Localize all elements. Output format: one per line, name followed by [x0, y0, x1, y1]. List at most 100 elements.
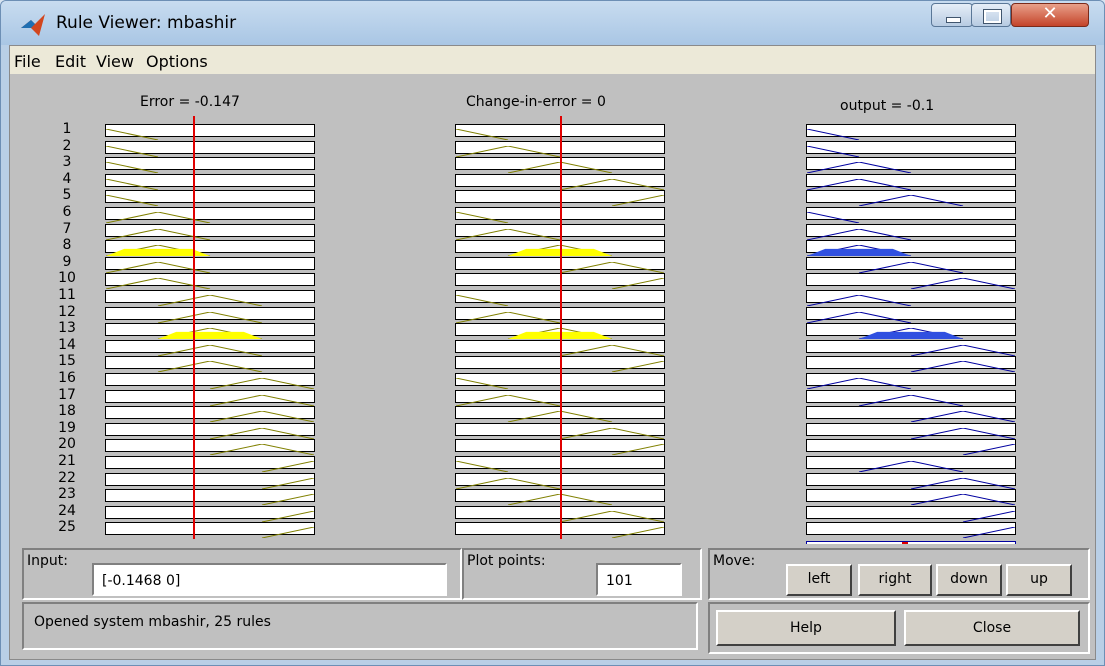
- close-button[interactable]: Close: [904, 610, 1080, 646]
- rule-number: 20: [58, 436, 76, 453]
- output-mf-plot[interactable]: [806, 489, 1016, 506]
- rule-number: 23: [58, 486, 76, 503]
- move-right-button[interactable]: right: [858, 564, 932, 596]
- menu-options[interactable]: Options: [146, 52, 208, 71]
- membership-function-icon: [209, 427, 315, 440]
- error-input-line[interactable]: [193, 116, 196, 540]
- membership-function-icon: [910, 427, 1016, 440]
- rule-number: 11: [58, 287, 76, 303]
- rule-number: 9: [62, 253, 72, 270]
- output-mf-plot[interactable]: [806, 273, 1016, 290]
- error-mf-plot[interactable]: [105, 207, 315, 224]
- menu-view[interactable]: View: [96, 52, 134, 71]
- error-mf-plot[interactable]: [105, 323, 315, 340]
- output-mf-plot[interactable]: [806, 256, 1016, 274]
- output-mf-plot[interactable]: [806, 422, 1016, 440]
- error-mf-plot[interactable]: [105, 356, 315, 373]
- error-mf-plot[interactable]: [105, 389, 315, 407]
- error-mf-plot[interactable]: [105, 505, 367, 523]
- close-window-button[interactable]: ✕: [1011, 3, 1089, 27]
- menu-bar: File Edit View Options: [10, 46, 1095, 75]
- output-mf-plot[interactable]: [806, 339, 1016, 357]
- error-mf-plot[interactable]: [105, 339, 315, 357]
- error-mf-plot[interactable]: [105, 290, 315, 307]
- move-down-button[interactable]: down: [936, 564, 1002, 596]
- maximize-button[interactable]: [971, 3, 1011, 27]
- title-bar[interactable]: Rule Viewer: mbashir ✕: [1, 1, 1104, 45]
- output-mf-plot[interactable]: [754, 124, 1016, 141]
- output-mf-plot[interactable]: [754, 140, 1016, 158]
- membership-function-icon: [858, 327, 964, 340]
- membership-function-icon: [962, 526, 1068, 539]
- rule-number: 2: [62, 137, 72, 154]
- membership-function-icon: [962, 510, 1068, 523]
- output-mf-plot[interactable]: [806, 290, 1016, 307]
- input-field[interactable]: [-0.1468 0]: [92, 563, 447, 596]
- help-button[interactable]: Help: [716, 610, 896, 646]
- membership-function-icon: [261, 510, 367, 523]
- output-title: output = -0.1: [840, 98, 935, 114]
- rule-number: 24: [58, 502, 76, 519]
- membership-function-icon: [806, 377, 912, 390]
- error-mf-plot[interactable]: [105, 489, 367, 506]
- rule-number: 6: [62, 204, 72, 220]
- output-mf-plot[interactable]: [806, 240, 1016, 257]
- output-mf-plot[interactable]: [806, 456, 1016, 473]
- error-mf-plot[interactable]: [105, 522, 367, 539]
- menu-file[interactable]: File: [14, 52, 41, 71]
- error-mf-plot[interactable]: [105, 223, 315, 241]
- output-mf-plot[interactable]: [806, 505, 1068, 523]
- output-mf-plot[interactable]: [754, 207, 1016, 224]
- error-mf-plot[interactable]: [105, 256, 315, 274]
- error-mf-plot[interactable]: [53, 190, 315, 207]
- membership-function-icon: [53, 178, 159, 191]
- error-mf-plot[interactable]: [105, 273, 315, 290]
- output-mf-plot[interactable]: [806, 439, 1068, 456]
- rule-number: 12: [58, 303, 76, 320]
- error-mf-plot[interactable]: [53, 173, 315, 191]
- plot-points-label: Plot points:: [467, 553, 546, 569]
- output-mf-plot[interactable]: [806, 323, 1016, 340]
- error-mf-plot[interactable]: [105, 456, 367, 473]
- output-mf-plot[interactable]: [806, 157, 1016, 174]
- membership-function-icon: [910, 477, 1016, 490]
- rule-number: 18: [58, 403, 76, 420]
- rule-number: 22: [58, 469, 76, 486]
- error-mf-plot[interactable]: [105, 422, 315, 440]
- output-mf-plot[interactable]: [806, 522, 1068, 539]
- output-mf-plot[interactable]: [806, 190, 1016, 207]
- change-input-line[interactable]: [560, 116, 562, 540]
- membership-function-icon: [858, 394, 964, 407]
- output-mf-plot[interactable]: [806, 472, 1016, 490]
- membership-function-icon: [910, 360, 1016, 373]
- window-title: Rule Viewer: mbashir: [56, 13, 237, 33]
- membership-function-icon: [209, 377, 315, 390]
- error-mf-plot[interactable]: [105, 439, 315, 456]
- error-mf-plot[interactable]: [53, 157, 315, 174]
- output-mf-plot[interactable]: [806, 356, 1016, 373]
- plot-points-field[interactable]: 101: [596, 563, 682, 596]
- minimize-button[interactable]: [931, 3, 973, 27]
- output-mf-plot[interactable]: [806, 306, 1016, 324]
- move-up-button[interactable]: up: [1006, 564, 1072, 596]
- output-mf-plot[interactable]: [806, 223, 1016, 241]
- error-mf-plot[interactable]: [105, 240, 315, 257]
- error-mf-plot[interactable]: [105, 306, 315, 324]
- rule-viewer-window: Rule Viewer: mbashir ✕ File Edit View Op…: [0, 0, 1105, 666]
- error-mf-plot[interactable]: [105, 472, 367, 490]
- error-mf-plot[interactable]: [53, 140, 315, 158]
- input-panel: Input: [-0.1468 0]: [22, 548, 462, 600]
- output-mf-plot[interactable]: [806, 406, 1016, 423]
- membership-function-icon: [105, 211, 211, 224]
- menu-edit[interactable]: Edit: [55, 52, 86, 71]
- rule-number: 1: [62, 121, 72, 137]
- membership-function-icon: [157, 344, 263, 357]
- output-mf-plot[interactable]: [806, 373, 1016, 390]
- error-mf-plot[interactable]: [105, 406, 315, 423]
- error-mf-plot[interactable]: [53, 124, 315, 141]
- output-mf-plot[interactable]: [806, 173, 1016, 191]
- membership-function-icon: [105, 244, 211, 257]
- output-mf-plot[interactable]: [806, 389, 1016, 407]
- move-left-button[interactable]: left: [786, 564, 852, 596]
- error-mf-plot[interactable]: [105, 373, 315, 390]
